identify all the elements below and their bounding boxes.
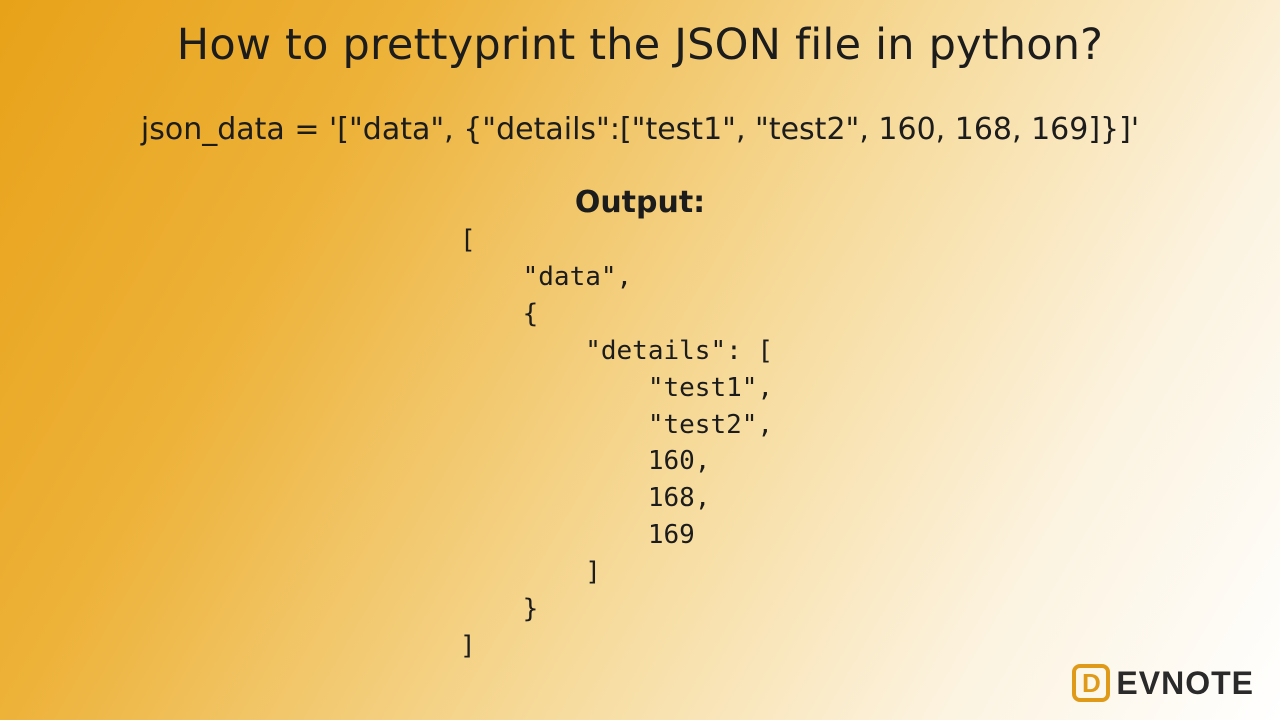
brand-logo: D EVNOTE	[1072, 664, 1254, 702]
output-label: Output:	[0, 185, 1280, 220]
logo-d-icon: D	[1072, 664, 1110, 702]
code-input-line: json_data = '["data", {"details":["test1…	[0, 112, 1280, 147]
page-title: How to prettyprint the JSON file in pyth…	[0, 0, 1280, 70]
logo-text: EVNOTE	[1116, 665, 1254, 702]
output-json-block: [ "data", { "details": [ "test1", "test2…	[460, 222, 820, 665]
